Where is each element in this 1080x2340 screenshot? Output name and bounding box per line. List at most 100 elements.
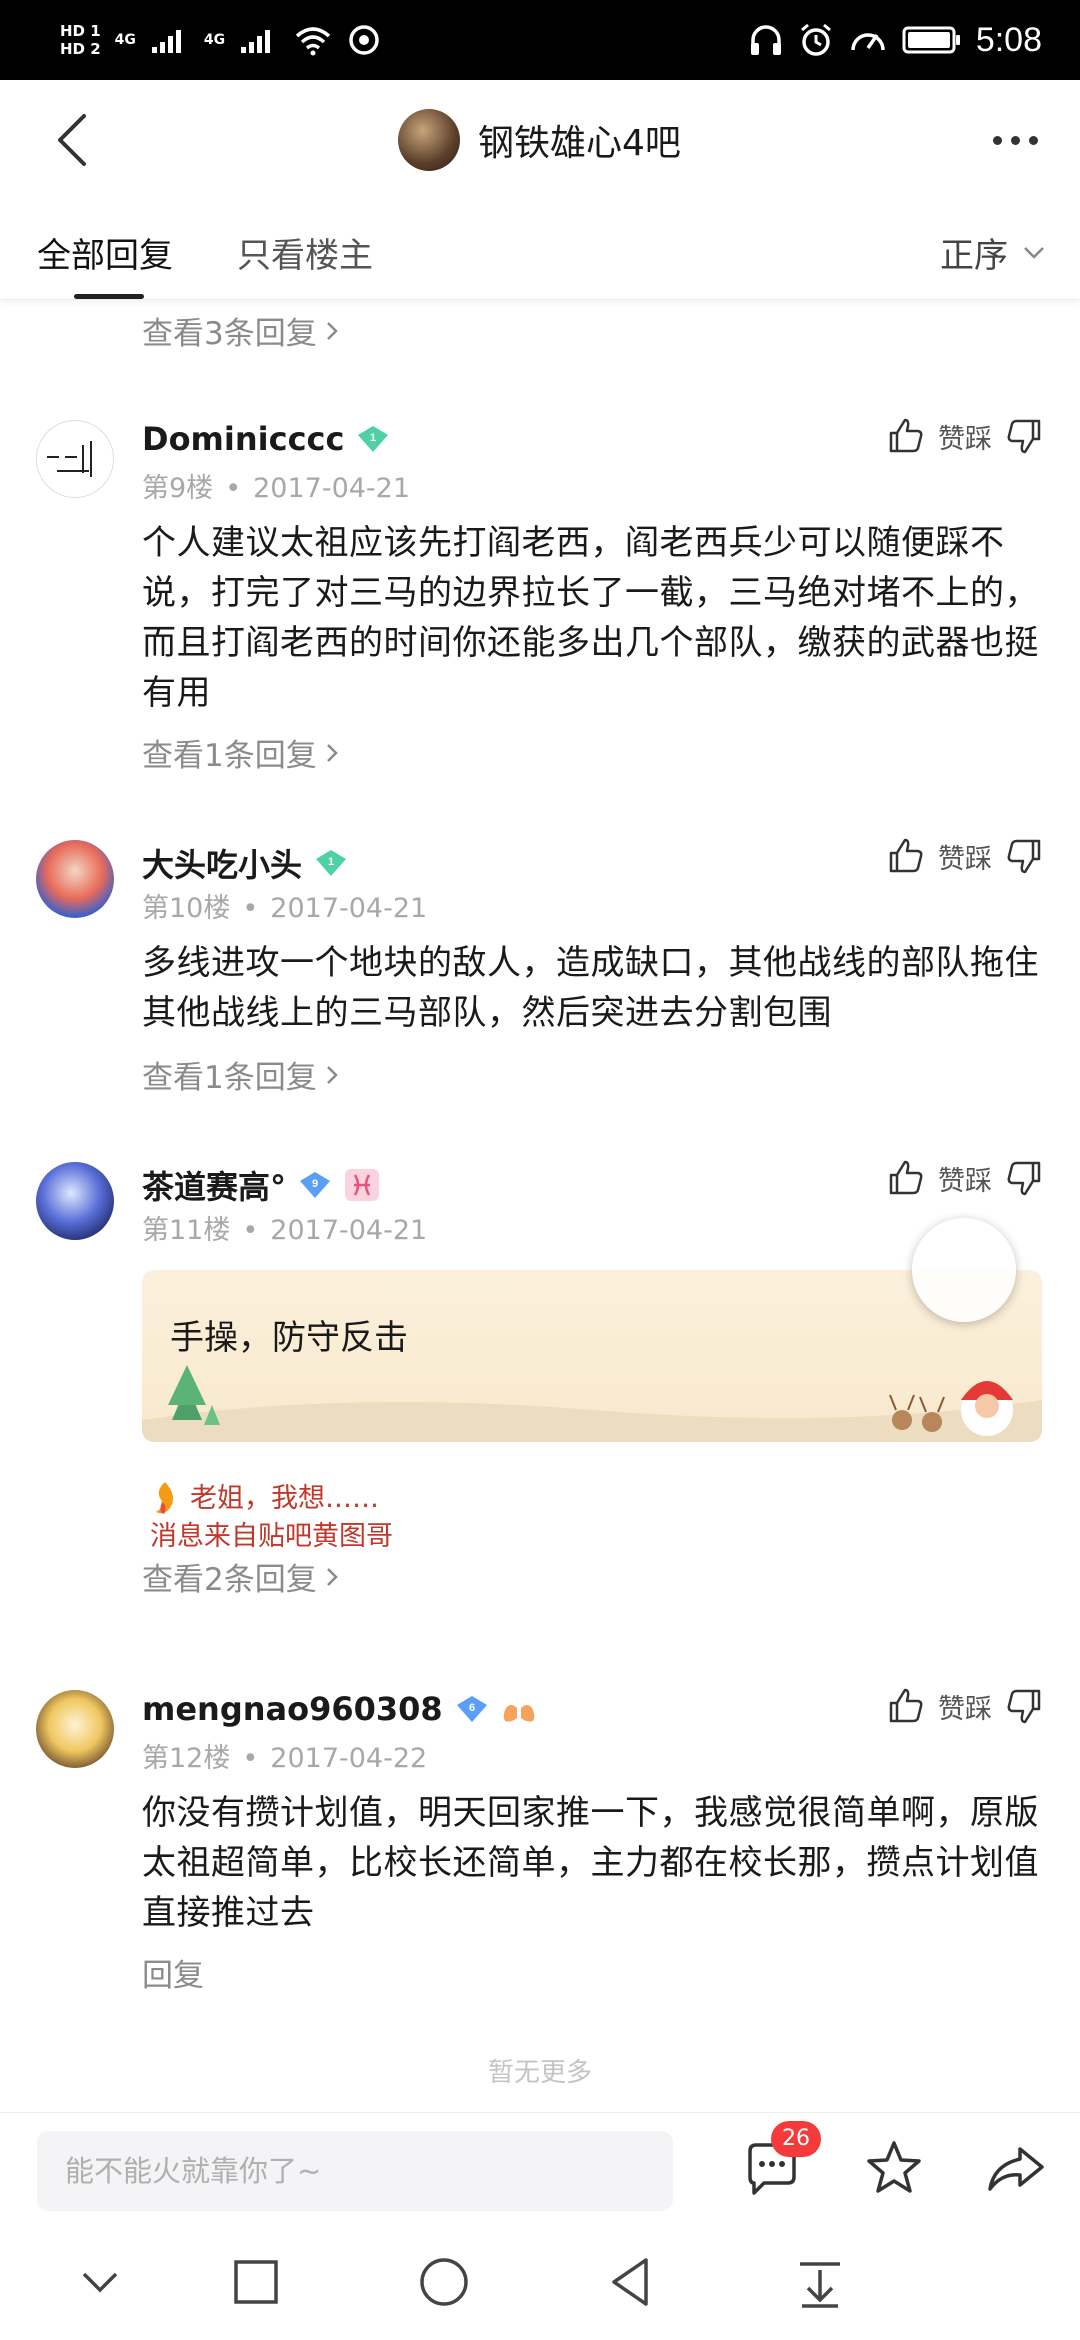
- view-replies-label: 查看1条回复: [142, 738, 317, 774]
- post-meta: 第12楼 • 2017-04-22: [142, 1743, 428, 1774]
- thumbs-up-icon[interactable]: [886, 1686, 926, 1726]
- post-meta: 第10楼 • 2017-04-21: [142, 893, 428, 924]
- like-dislike-actions: 赞踩: [886, 416, 1044, 456]
- headphones-icon: [750, 25, 781, 55]
- signature-tail[interactable]: 老姐，我想…… 消息来自贴吧黄图哥: [150, 1480, 393, 1556]
- reply-filter-tabs: 全部回复 只看楼主 正序: [0, 200, 1080, 300]
- post-floor-9: Dominicccc 1 第9楼 • 2017-04-21 赞踩 个人建议太祖应该先…: [0, 410, 1080, 790]
- battery-icon: [902, 26, 960, 54]
- tab-all-replies[interactable]: 全部回复: [37, 228, 173, 277]
- view-replies-label: 查看1条回复: [142, 1060, 317, 1096]
- wifi-icon: [295, 27, 331, 56]
- lungs-badge-icon: [503, 1698, 534, 1722]
- thumbs-up-icon[interactable]: [886, 416, 926, 456]
- view-replies-link[interactable]: 查看2条回复: [142, 1554, 339, 1599]
- view-replies-link[interactable]: 查看3条回复: [142, 308, 339, 353]
- username-row: mengnao960308 6: [142, 1690, 537, 1728]
- view-replies-link[interactable]: 查看1条回复: [142, 1052, 339, 1097]
- post-content: 你没有攒计划值，明天回家推一下，我感觉很简单啊，原版太祖超简单，比校长还简单，主…: [142, 1793, 1039, 1933]
- share-icon[interactable]: [984, 2137, 1048, 2201]
- post-meta: 第9楼 • 2017-04-21: [142, 473, 411, 504]
- more-dots-icon[interactable]: [980, 115, 1050, 165]
- floating-assistive-button[interactable]: [912, 1218, 1016, 1322]
- recents-square-icon[interactable]: [224, 2250, 288, 2314]
- sort-dropdown[interactable]: 正序: [940, 228, 1046, 277]
- like-dislike-actions: 赞踩: [886, 836, 1044, 876]
- top-app-bar: 钢铁雄心4吧: [0, 80, 1080, 200]
- back-button[interactable]: [50, 110, 100, 170]
- network-label-2: 4G: [203, 32, 226, 48]
- post-floor-10: 大头吃小头 1 第10楼 • 2017-04-21 赞踩 多线进攻一个地块的敌人，造…: [0, 830, 1080, 1110]
- signal-icon: [151, 30, 181, 53]
- network-label-1: 4G: [114, 32, 136, 48]
- level-badge-icon: 6: [456, 1696, 487, 1722]
- like-label: 赞踩: [938, 843, 992, 875]
- tail-source: 消息来自贴吧黄图哥: [150, 1521, 393, 1552]
- avatar[interactable]: [36, 840, 114, 918]
- like-dislike-actions: 赞踩: [886, 1686, 1044, 1726]
- avatar[interactable]: [36, 1690, 114, 1768]
- level-badge-icon: 1: [358, 426, 389, 452]
- thumbs-up-icon[interactable]: [886, 836, 926, 876]
- username[interactable]: 大头吃小头: [142, 840, 302, 886]
- reply-link[interactable]: 回复: [142, 1950, 204, 1995]
- floor-number: 第10楼: [142, 893, 231, 924]
- view-replies-label: 查看3条回复: [142, 316, 317, 352]
- level-badge-icon: 1: [316, 850, 347, 876]
- username[interactable]: 茶道赛高°: [142, 1162, 286, 1208]
- username-row: Dominicccc 1: [142, 420, 390, 458]
- chevron-left-icon: [58, 114, 86, 166]
- signal-icon: [241, 30, 271, 53]
- username[interactable]: mengnao960308: [142, 1690, 443, 1728]
- tab-op-only[interactable]: 只看楼主: [237, 228, 373, 277]
- chevron-right-icon: [326, 743, 338, 762]
- thumbs-down-icon[interactable]: [1004, 1158, 1044, 1198]
- chevron-right-icon: [326, 321, 338, 340]
- avatar[interactable]: [36, 420, 114, 498]
- tail-line-1: 老姐，我想……: [150, 1480, 393, 1518]
- alarm-icon: [800, 23, 831, 56]
- username-row: 茶道赛高° 9: [142, 1162, 380, 1208]
- reply-label: 回复: [142, 1958, 204, 1994]
- tail-text: 老姐，我想……: [190, 1483, 379, 1514]
- floor-number: 第11楼: [142, 1215, 231, 1246]
- chevron-right-icon: [326, 1567, 338, 1586]
- view-replies-label: 查看2条回复: [142, 1562, 317, 1598]
- view-replies-link[interactable]: 查看1条回复: [142, 730, 339, 775]
- post-floor-11: 茶道赛高° 9 第11楼 • 2017-04-21 赞踩 手操，防守反击 老姐，…: [0, 1152, 1080, 1632]
- data-saver-icon: [349, 25, 379, 55]
- post-date: 2017-04-21: [270, 893, 428, 924]
- avatar-sketch-icon: [47, 441, 92, 477]
- forum-avatar: [398, 109, 460, 171]
- thumbs-down-icon[interactable]: [1004, 1686, 1044, 1726]
- forum-title: 钢铁雄心4吧: [478, 123, 681, 164]
- like-label: 赞踩: [938, 1165, 992, 1197]
- home-circle-icon[interactable]: [412, 2250, 476, 2314]
- thumbs-down-icon[interactable]: [1004, 416, 1044, 456]
- post-content: 手操，防守反击: [170, 1318, 408, 1358]
- reply-bar: 能不能火就靠你了~ 26: [0, 2112, 1080, 2222]
- chevron-down-icon: [1024, 246, 1044, 259]
- like-label: 赞踩: [938, 1693, 992, 1725]
- system-nav-bar: [0, 2222, 1080, 2340]
- back-triangle-icon[interactable]: [600, 2250, 664, 2314]
- reply-input[interactable]: 能不能火就靠你了~: [37, 2131, 673, 2211]
- username[interactable]: Dominicccc: [142, 420, 344, 458]
- status-left: HD 1 HD 2 4G 4G: [60, 10, 381, 70]
- like-label: 赞踩: [938, 423, 992, 455]
- post-content: 多线进攻一个地块的敌人，造成缺口，其他战线的部队拖住其他战线上的三马部队，然后突…: [142, 943, 1039, 1033]
- forum-title-area[interactable]: 钢铁雄心4吧: [398, 105, 681, 175]
- like-dislike-actions: 赞踩: [886, 1158, 1044, 1198]
- flame-icon: [156, 1482, 174, 1514]
- chevron-down-icon[interactable]: [68, 2250, 132, 2314]
- thumbs-down-icon[interactable]: [1004, 836, 1044, 876]
- post-floor-12: mengnao960308 6 第12楼 • 2017-04-22 赞踩 你没有攒计…: [0, 1680, 1080, 2000]
- thumbs-up-icon[interactable]: [886, 1158, 926, 1198]
- notification-pull-down-icon[interactable]: [788, 2250, 852, 2314]
- hd-indicators: HD 1 HD 2: [60, 22, 101, 58]
- speed-icon: [851, 33, 885, 51]
- comment-count-badge: 26: [771, 2121, 821, 2157]
- post-date: 2017-04-21: [253, 473, 411, 504]
- star-icon[interactable]: [862, 2137, 926, 2201]
- avatar[interactable]: [36, 1162, 114, 1240]
